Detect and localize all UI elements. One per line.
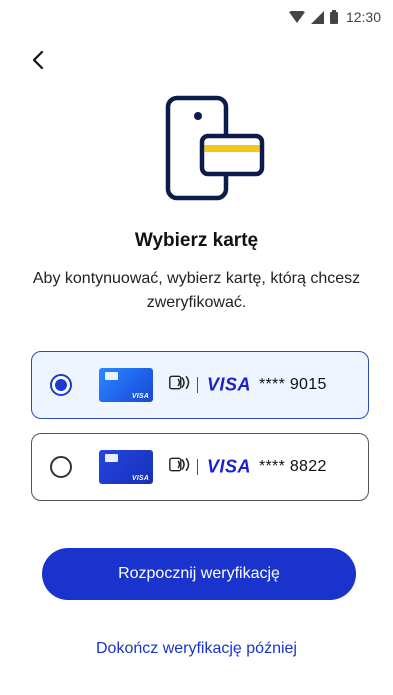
phone-with-card-icon: [164, 94, 268, 206]
contactless-icon: [169, 457, 193, 477]
wifi-icon: [288, 10, 305, 24]
radio-unselected[interactable]: [50, 456, 72, 478]
battery-icon: [329, 10, 338, 24]
card-number: **** 9015: [259, 376, 327, 393]
divider: [197, 377, 198, 393]
card-option-8822[interactable]: VISA VISA **** 8822: [31, 433, 369, 501]
card-thumbnail: VISA: [99, 450, 153, 484]
chevron-left-icon: [32, 50, 44, 70]
radio-selected[interactable]: [50, 374, 72, 396]
screen: 12:30 Wybierz kartę Aby kontynuować, wyb…: [0, 0, 393, 695]
page-subtitle: Aby kontynuować, wybierz kartę, którą ch…: [32, 270, 361, 311]
card-number: **** 8822: [259, 458, 327, 475]
contactless-icon: [169, 375, 193, 395]
status-time: 12:30: [345, 9, 381, 25]
card-thumbnail: VISA: [99, 368, 153, 402]
card-option-9015[interactable]: VISA VISA **** 9015: [31, 351, 369, 419]
back-button[interactable]: [24, 46, 52, 74]
page-title: Wybierz kartę: [134, 230, 259, 251]
visa-logo: VISA: [207, 374, 252, 395]
status-bar: 12:30: [0, 0, 393, 34]
start-verification-button[interactable]: Rozpocznij weryfikację: [42, 548, 356, 600]
divider: [197, 459, 198, 475]
visa-logo: VISA: [207, 456, 252, 477]
signal-icon: [310, 10, 324, 24]
finish-later-link[interactable]: Dokończ weryfikację później: [0, 640, 393, 658]
